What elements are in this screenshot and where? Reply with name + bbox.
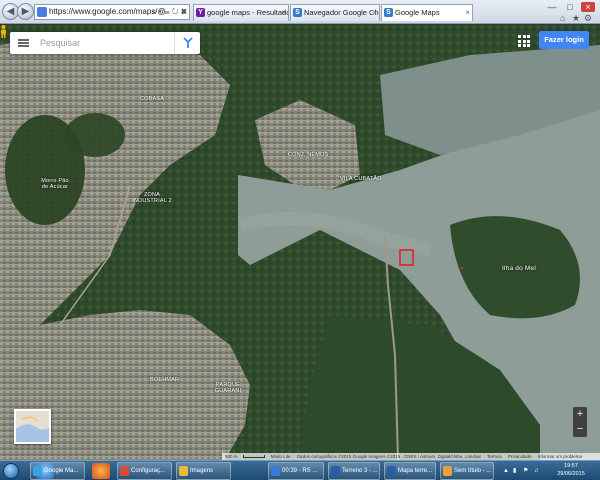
close-tab-icon[interactable]: × <box>372 5 377 20</box>
bing-icon: S <box>293 8 302 17</box>
terms-link[interactable]: Termos <box>487 454 502 459</box>
scale-label: 500 m <box>225 454 238 459</box>
system-clock[interactable]: 19:57 29/06/2015 <box>552 462 590 478</box>
search-input[interactable] <box>40 35 168 51</box>
zoom-out-button[interactable]: − <box>573 422 587 437</box>
pegman-icon[interactable] <box>0 25 7 38</box>
menu-icon[interactable] <box>18 39 29 47</box>
clock-date: 29/06/2015 <box>557 471 585 477</box>
directions-icon <box>183 37 193 48</box>
taskbar-item-label: Sem título - ... <box>454 468 492 474</box>
tab-label: google maps - Resultados da b... <box>207 8 288 17</box>
satellite-map[interactable]: COBASA CONJ. NEMOS VILA CUBATÃO Morro Pã… <box>0 25 600 460</box>
tab-label: Google Maps <box>395 8 440 17</box>
taskbar-item-label: Configuraç... <box>131 468 166 474</box>
place-label: ZONA INDUSTRIAL 2 <box>132 192 172 204</box>
tray-arrow-icon[interactable]: ▲ <box>503 462 509 480</box>
zoom-control: + − <box>573 407 587 437</box>
ie-icon <box>33 466 42 476</box>
satellite-imagery <box>0 25 600 460</box>
maps-icon: S <box>384 8 393 17</box>
taskbar-item-label: Google Ma... <box>44 468 79 474</box>
windows-taskbar: Google Ma... Configuraç... Imagens 00:39… <box>0 460 600 480</box>
taskbar-item-imagens[interactable]: Imagens <box>176 462 231 480</box>
gear-icon[interactable]: ⚙ <box>584 13 592 24</box>
home-icon[interactable]: ⌂ <box>560 13 565 23</box>
place-label: COBASA <box>140 96 165 102</box>
taskbar-item-mapa-terreno[interactable]: Mapa terre... <box>384 462 436 480</box>
close-tab-icon[interactable]: × <box>465 5 470 20</box>
place-label: CONJ. NEMOS <box>288 152 329 158</box>
taskbar-item-google-maps[interactable]: Google Ma... <box>30 462 85 480</box>
map-thumbnail[interactable] <box>14 409 51 444</box>
browser-toolbar: ◀ ▶ https://www.google.com/maps/@ ⌕ • ☰ … <box>0 0 600 24</box>
close-tab-icon[interactable]: × <box>281 5 286 20</box>
taskbar-item-label: Imagens <box>190 468 214 474</box>
yahoo-icon: Y <box>196 8 205 17</box>
address-text: https://www.google.com/maps/@ <box>49 7 166 16</box>
chrome-icon <box>120 466 129 476</box>
taskbar-item-paint[interactable]: Sem título - ... <box>440 462 494 480</box>
place-label: Ilha do Mel <box>502 265 536 272</box>
star-icon[interactable]: ★ <box>572 13 580 24</box>
taskbar-item-configuracoes[interactable]: Configuraç... <box>117 462 172 480</box>
map-footer: 500 m Modo Lite Dados cartográficos ©201… <box>222 453 600 460</box>
tab-label: Navegador Google Chrome <box>304 8 380 17</box>
taskbar-item-label: Mapa terre... <box>398 468 433 474</box>
minimize-icon[interactable]: — <box>545 2 559 12</box>
close-window-icon[interactable]: × <box>581 2 595 12</box>
address-bar[interactable]: https://www.google.com/maps/@ ⌕ • ☰ ↻ ✖ <box>34 4 190 20</box>
lite-mode-link[interactable]: Modo Lite <box>271 454 291 459</box>
zoom-in-button[interactable]: + <box>573 407 587 422</box>
privacy-link[interactable]: Privacidade <box>508 454 532 459</box>
address-tools-icon[interactable]: ⌕ • ☰ ↻ ✖ <box>152 5 187 19</box>
taskbar-item-label: Terreno 3 - ... <box>342 468 378 474</box>
firefox-icon[interactable] <box>92 463 110 479</box>
attribution-text: Dados cartográficos ©2015 Google Imagens… <box>296 454 481 459</box>
flag-icon[interactable]: ⚑ <box>523 462 528 480</box>
search-box <box>10 32 200 54</box>
folder-icon <box>179 466 188 476</box>
place-label: BOEHMAR <box>150 377 180 383</box>
word-icon <box>331 466 340 476</box>
media-icon <box>271 466 280 476</box>
start-button[interactable] <box>3 463 19 479</box>
maximize-icon[interactable]: □ <box>563 2 577 12</box>
taskbar-item-terreno[interactable]: Terreno 3 - ... <box>328 462 380 480</box>
tab-google-maps[interactable]: S Google Maps × <box>381 4 473 21</box>
network-icon[interactable]: ▮ <box>513 462 516 480</box>
place-label: PARQUE GUARANI <box>214 382 242 394</box>
forward-button[interactable]: ▶ <box>17 3 34 20</box>
place-label: Morro Pão de Acúcar <box>41 178 69 190</box>
paint-icon <box>443 466 452 476</box>
scale-bar <box>242 455 265 459</box>
tab-yahoo-search[interactable]: Y google maps - Resultados da b... × <box>193 4 289 21</box>
taskbar-item-media[interactable]: 00:39 - RS ... <box>268 462 324 480</box>
apps-grid-icon[interactable] <box>518 35 530 47</box>
word-icon <box>387 466 396 476</box>
clock-time: 19:57 <box>564 463 578 469</box>
taskbar-item-label: 00:39 - RS ... <box>282 468 318 474</box>
login-button[interactable]: Fazer login <box>539 31 589 49</box>
volume-icon[interactable]: ♫ <box>534 462 539 480</box>
tab-chrome-browser[interactable]: S Navegador Google Chrome × <box>290 4 380 21</box>
report-problem-link[interactable]: Informar um problema <box>538 454 582 459</box>
google-favicon-icon <box>37 7 47 17</box>
place-label: VILA CUBATÃO <box>340 176 382 182</box>
directions-button[interactable] <box>174 32 200 54</box>
